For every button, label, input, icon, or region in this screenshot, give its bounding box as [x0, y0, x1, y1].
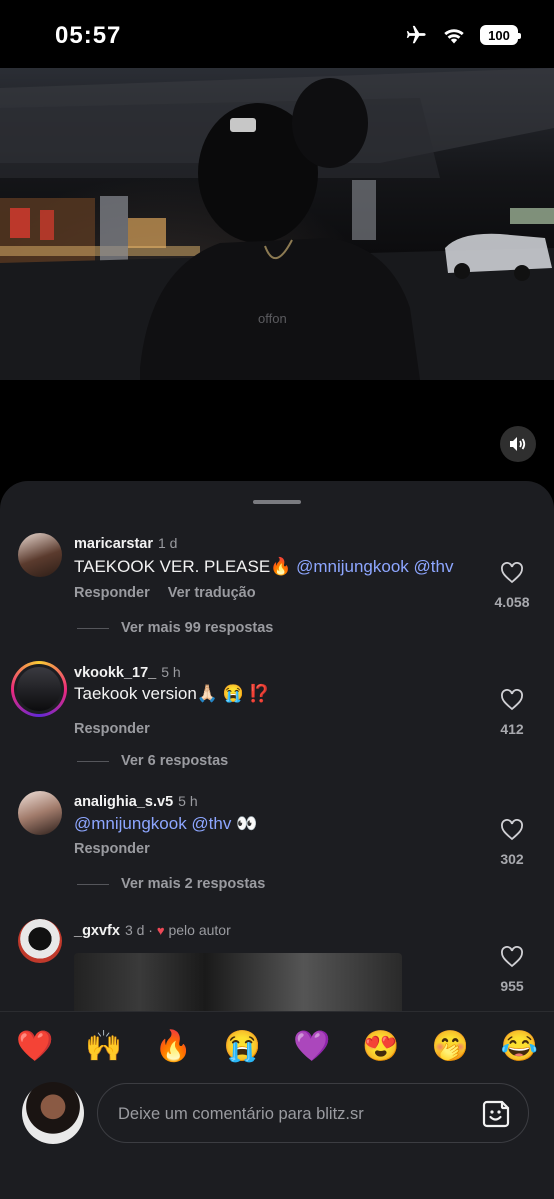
view-replies-label: Ver mais 2 respostas [121, 876, 266, 892]
shirt-print: offon [258, 311, 287, 326]
comment-composer [0, 1079, 554, 1199]
mention-link[interactable]: @mnijungkook @thv [296, 557, 453, 576]
emoji-button[interactable]: 😂 [501, 1029, 538, 1064]
comment-header: maricarstar 1 d [74, 535, 177, 552]
like-button[interactable]: 955 [490, 946, 534, 994]
current-user-avatar[interactable] [22, 1082, 84, 1144]
like-button[interactable]: 302 [490, 819, 534, 867]
sound-toggle-button[interactable] [500, 426, 536, 462]
username[interactable]: analighia_s.v5 [74, 794, 173, 810]
divider [77, 627, 109, 629]
like-count: 302 [500, 851, 524, 867]
comment-time: 5 h [178, 793, 198, 809]
view-replies-button[interactable]: Ver 6 respostas [77, 753, 228, 769]
comment-text: @mnijungkook @thv 👀 [74, 814, 257, 834]
comment-header: analighia_s.v5 5 h [74, 793, 198, 810]
comment-body: TAEKOOK VER. PLEASE🔥 [74, 557, 297, 576]
avatar[interactable] [18, 791, 62, 835]
divider [77, 883, 109, 885]
like-button[interactable]: 4.058 [490, 562, 534, 610]
username[interactable]: maricarstar [74, 536, 153, 552]
emoji-button[interactable]: 🙌 [85, 1029, 122, 1064]
comment-input[interactable] [116, 1084, 470, 1144]
heart-icon [501, 689, 523, 711]
comment-time: 1 d [158, 535, 178, 551]
comment-time: 5 h [161, 664, 181, 680]
status-bar: 05:57 100 [0, 0, 554, 70]
clock: 05:57 [55, 22, 122, 49]
username[interactable]: vkookk_17_ [74, 665, 156, 681]
comment-actions: Responder [74, 841, 150, 857]
status-icons: 100 [404, 24, 521, 46]
view-replies-label: Ver 6 respostas [121, 753, 229, 769]
avatar-story-ring[interactable] [11, 661, 67, 717]
comment-text: Taekook version🙏🏻 😭 ⁉️ [74, 684, 270, 703]
video-player[interactable]: offon [0, 68, 554, 380]
comment-header: vkookk_17_ 5 h [74, 664, 181, 681]
view-replies-label: Ver mais 99 respostas [121, 620, 274, 636]
like-count: 955 [500, 978, 524, 994]
view-replies-button[interactable]: Ver mais 2 respostas [77, 876, 265, 892]
reply-button[interactable]: Responder [74, 841, 150, 857]
emoji-quick-bar: ❤️ 🙌 🔥 😭 💜 😍 🤭 😂 [0, 1011, 554, 1080]
translate-button[interactable]: Ver tradução [168, 585, 256, 601]
emoji-button[interactable]: ❤️ [16, 1029, 53, 1064]
comment-actions: Responder [74, 721, 150, 737]
sticker-icon[interactable] [480, 1098, 512, 1130]
author-heart-icon: ♥ [156, 923, 165, 938]
comment-header: _gxvfx 3 d · ♥ pelo autor [74, 922, 231, 939]
heart-icon [501, 819, 523, 841]
battery-indicator: 100 [480, 25, 521, 45]
divider [77, 760, 109, 762]
avatar[interactable] [18, 919, 62, 963]
author-liked-label: pelo autor [168, 922, 231, 938]
drag-handle[interactable] [253, 500, 301, 504]
heart-icon [501, 946, 523, 968]
comment-text: TAEKOOK VER. PLEASE🔥 @mnijungkook @thv [74, 557, 453, 577]
avatar[interactable] [18, 533, 62, 577]
emoji-button[interactable]: 🤭 [431, 1029, 468, 1064]
like-count: 412 [500, 721, 524, 737]
wifi-icon [444, 29, 464, 44]
emoji-button[interactable]: 😭 [224, 1029, 261, 1064]
emoji-button[interactable]: 💜 [293, 1029, 330, 1064]
mention-link[interactable]: @mnijungkook @thv [74, 814, 231, 833]
like-button[interactable]: 412 [490, 689, 534, 737]
airplane-icon [406, 25, 426, 44]
emoji-button[interactable]: 🔥 [154, 1029, 191, 1064]
comment-body: 👀 [231, 814, 258, 833]
speaker-icon [510, 437, 526, 451]
video-frame: offon [0, 68, 554, 380]
heart-icon [501, 562, 523, 584]
comment-input-box[interactable] [97, 1083, 529, 1144]
reply-button[interactable]: Responder [74, 585, 150, 601]
like-count: 4.058 [494, 594, 530, 610]
view-replies-button[interactable]: Ver mais 99 respostas [77, 620, 273, 636]
username[interactable]: _gxvfx [74, 923, 120, 939]
emoji-button[interactable]: 😍 [362, 1029, 399, 1064]
avatar [17, 667, 61, 711]
comment-actions: Responder Ver tradução [74, 585, 256, 601]
reply-button[interactable]: Responder [74, 721, 150, 737]
comment-time: 3 d · [124, 922, 153, 938]
